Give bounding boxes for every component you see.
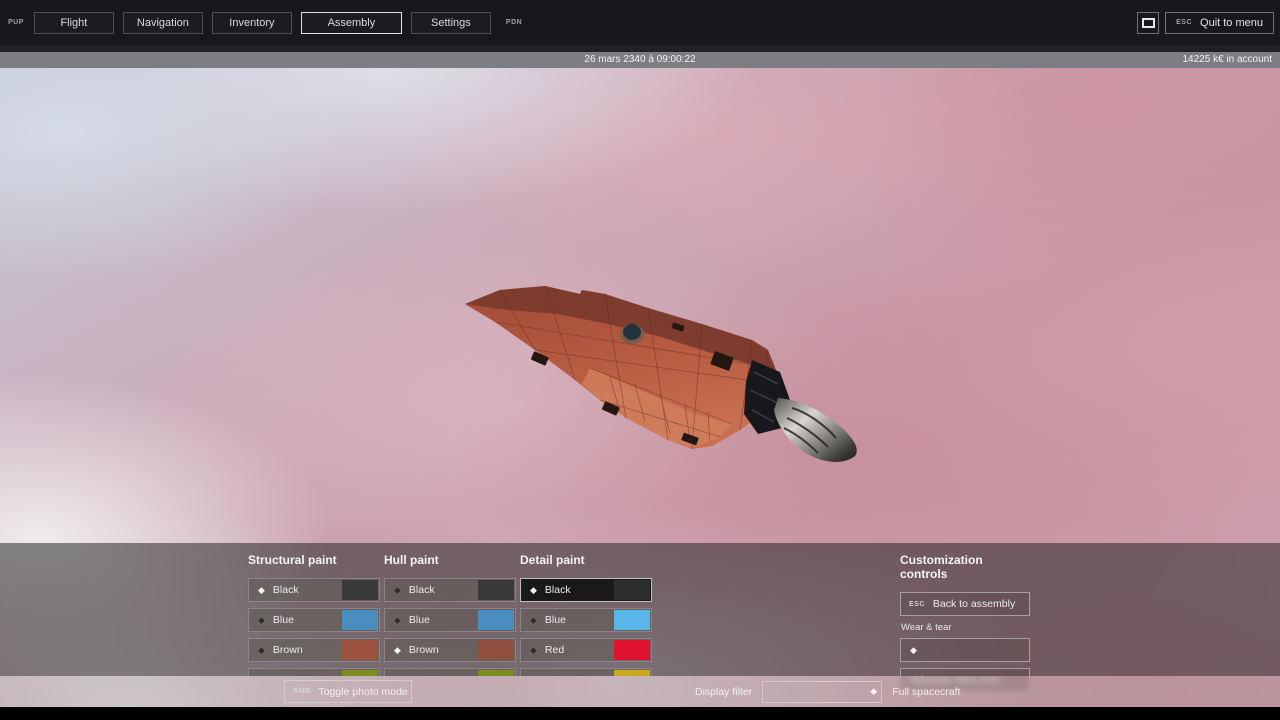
- paint-option-label: Black: [273, 584, 299, 596]
- tab-navigation[interactable]: Navigation: [123, 12, 203, 34]
- paint-option-blue[interactable]: ◆ Blue: [248, 608, 380, 632]
- letterbox-bottom: [0, 707, 1280, 720]
- tab-inventory[interactable]: Inventory: [212, 12, 292, 34]
- paint-option-black[interactable]: ◆ Black: [520, 578, 652, 602]
- paint-option[interactable]: ◆: [248, 668, 380, 676]
- toggle-photo-mode-label: Toggle photo mode: [318, 686, 407, 698]
- display-filter-value: Full spacecraft: [892, 686, 960, 698]
- paint-option[interactable]: ◆: [384, 668, 516, 676]
- paint-option-red[interactable]: ◆ Red: [520, 638, 652, 662]
- game-datetime: 26 mars 2340 à 09:00:22: [0, 54, 1280, 65]
- pagedown-keyhint: PDN: [506, 19, 522, 26]
- paint-swatch: [342, 580, 378, 600]
- rmb-keyhint: RMB: [293, 688, 310, 695]
- paint-swatch: [614, 580, 650, 600]
- diamond-icon: ◆: [258, 616, 265, 625]
- top-bar: PUP Flight Navigation Inventory Assembly…: [0, 0, 1280, 45]
- paint-option-label: Blue: [545, 614, 566, 626]
- status-bar: 26 mars 2340 à 09:00:22 14225 k€ in acco…: [0, 52, 1280, 68]
- window-icon: [1142, 18, 1155, 28]
- spacecraft-render: [440, 272, 880, 482]
- pageup-keyhint: PUP: [8, 19, 24, 26]
- tab-settings-label: Settings: [431, 17, 471, 29]
- display-filter-label: Display filter: [695, 686, 752, 698]
- back-to-assembly-label: Back to assembly: [933, 598, 1015, 610]
- paint-option-black[interactable]: ◆ Black: [248, 578, 380, 602]
- tab-inventory-label: Inventory: [229, 17, 274, 29]
- paint-panel: Structural paint ◆ Black ◆ Blue ◆ Brown ◆ Hull…: [0, 543, 1280, 676]
- quit-to-menu-button[interactable]: ESC Quit to menu: [1165, 12, 1274, 34]
- diamond-icon: ◆: [258, 586, 265, 595]
- customization-title: Customization controls: [900, 553, 1030, 581]
- tab-flight[interactable]: Flight: [34, 12, 114, 34]
- paint-option-label: Black: [409, 584, 435, 596]
- back-to-assembly-button[interactable]: ESC Back to assembly: [900, 592, 1030, 616]
- paint-swatch: [342, 610, 378, 630]
- diamond-icon: ◆: [394, 646, 401, 655]
- diamond-icon: ◆: [258, 646, 265, 655]
- slider-handle-diamond-icon[interactable]: ◆: [910, 646, 917, 655]
- diamond-icon: ◆: [530, 616, 537, 625]
- tab-assembly-label: Assembly: [328, 17, 376, 29]
- account-balance: 14225 k€ in account: [1182, 54, 1272, 65]
- wear-and-tear-slider[interactable]: ◆: [900, 638, 1030, 662]
- esc-keyhint: ESC: [909, 601, 925, 608]
- paint-option-label: Blue: [409, 614, 430, 626]
- paint-option-label: Blue: [273, 614, 294, 626]
- paint-option-brown[interactable]: ◆ Brown: [384, 638, 516, 662]
- paint-option-label: Black: [545, 584, 571, 596]
- paint-swatch: [614, 640, 650, 660]
- quit-to-menu-label: Quit to menu: [1200, 17, 1263, 29]
- paint-column-title: Structural paint: [248, 553, 380, 567]
- paint-option-brown[interactable]: ◆ Brown: [248, 638, 380, 662]
- paint-option-label: Red: [545, 644, 564, 656]
- paint-option[interactable]: ◆: [520, 668, 652, 676]
- display-filter-group: Display filter ◆ Full spacecraft: [695, 676, 960, 707]
- paint-column-detail: Detail paint ◆ Black ◆ Blue ◆ Red ◆: [520, 553, 652, 676]
- tab-navigation-label: Navigation: [137, 17, 189, 29]
- window-mode-button[interactable]: [1137, 12, 1159, 34]
- paint-swatch: [478, 580, 514, 600]
- diamond-icon: ◆: [530, 586, 537, 595]
- tab-assembly[interactable]: Assembly: [301, 12, 402, 34]
- paint-column-title: Detail paint: [520, 553, 652, 567]
- paint-column-hull: Hull paint ◆ Black ◆ Blue ◆ Brown ◆: [384, 553, 516, 676]
- paint-swatch: [478, 610, 514, 630]
- tab-settings[interactable]: Settings: [411, 12, 491, 34]
- paint-option-label: Brown: [409, 644, 439, 656]
- slider-handle-diamond-icon[interactable]: ◆: [870, 687, 877, 696]
- paint-column-structural: Structural paint ◆ Black ◆ Blue ◆ Brown ◆: [248, 553, 380, 676]
- tab-flight-label: Flight: [60, 17, 87, 29]
- paint-option-blue[interactable]: ◆ Blue: [520, 608, 652, 632]
- paint-swatch: [614, 610, 650, 630]
- wear-and-tear-label: Wear & tear: [901, 622, 1030, 633]
- toggle-photo-mode-button[interactable]: RMB Toggle photo mode: [284, 680, 412, 703]
- paint-option-label: Brown: [273, 644, 303, 656]
- display-filter-slider[interactable]: ◆: [762, 681, 882, 703]
- diamond-icon: ◆: [394, 586, 401, 595]
- paint-option-blue[interactable]: ◆ Blue: [384, 608, 516, 632]
- top-bar-divider: [0, 45, 1280, 52]
- paint-swatch: [342, 640, 378, 660]
- paint-column-title: Hull paint: [384, 553, 516, 567]
- game-screen: PUP Flight Navigation Inventory Assembly…: [0, 0, 1280, 720]
- paint-option-black[interactable]: ◆ Black: [384, 578, 516, 602]
- bottom-bar: RMB Toggle photo mode Display filter ◆ F…: [0, 676, 1280, 707]
- paint-swatch: [478, 640, 514, 660]
- diamond-icon: ◆: [394, 616, 401, 625]
- diamond-icon: ◆: [530, 646, 537, 655]
- esc-keyhint: ESC: [1176, 19, 1192, 26]
